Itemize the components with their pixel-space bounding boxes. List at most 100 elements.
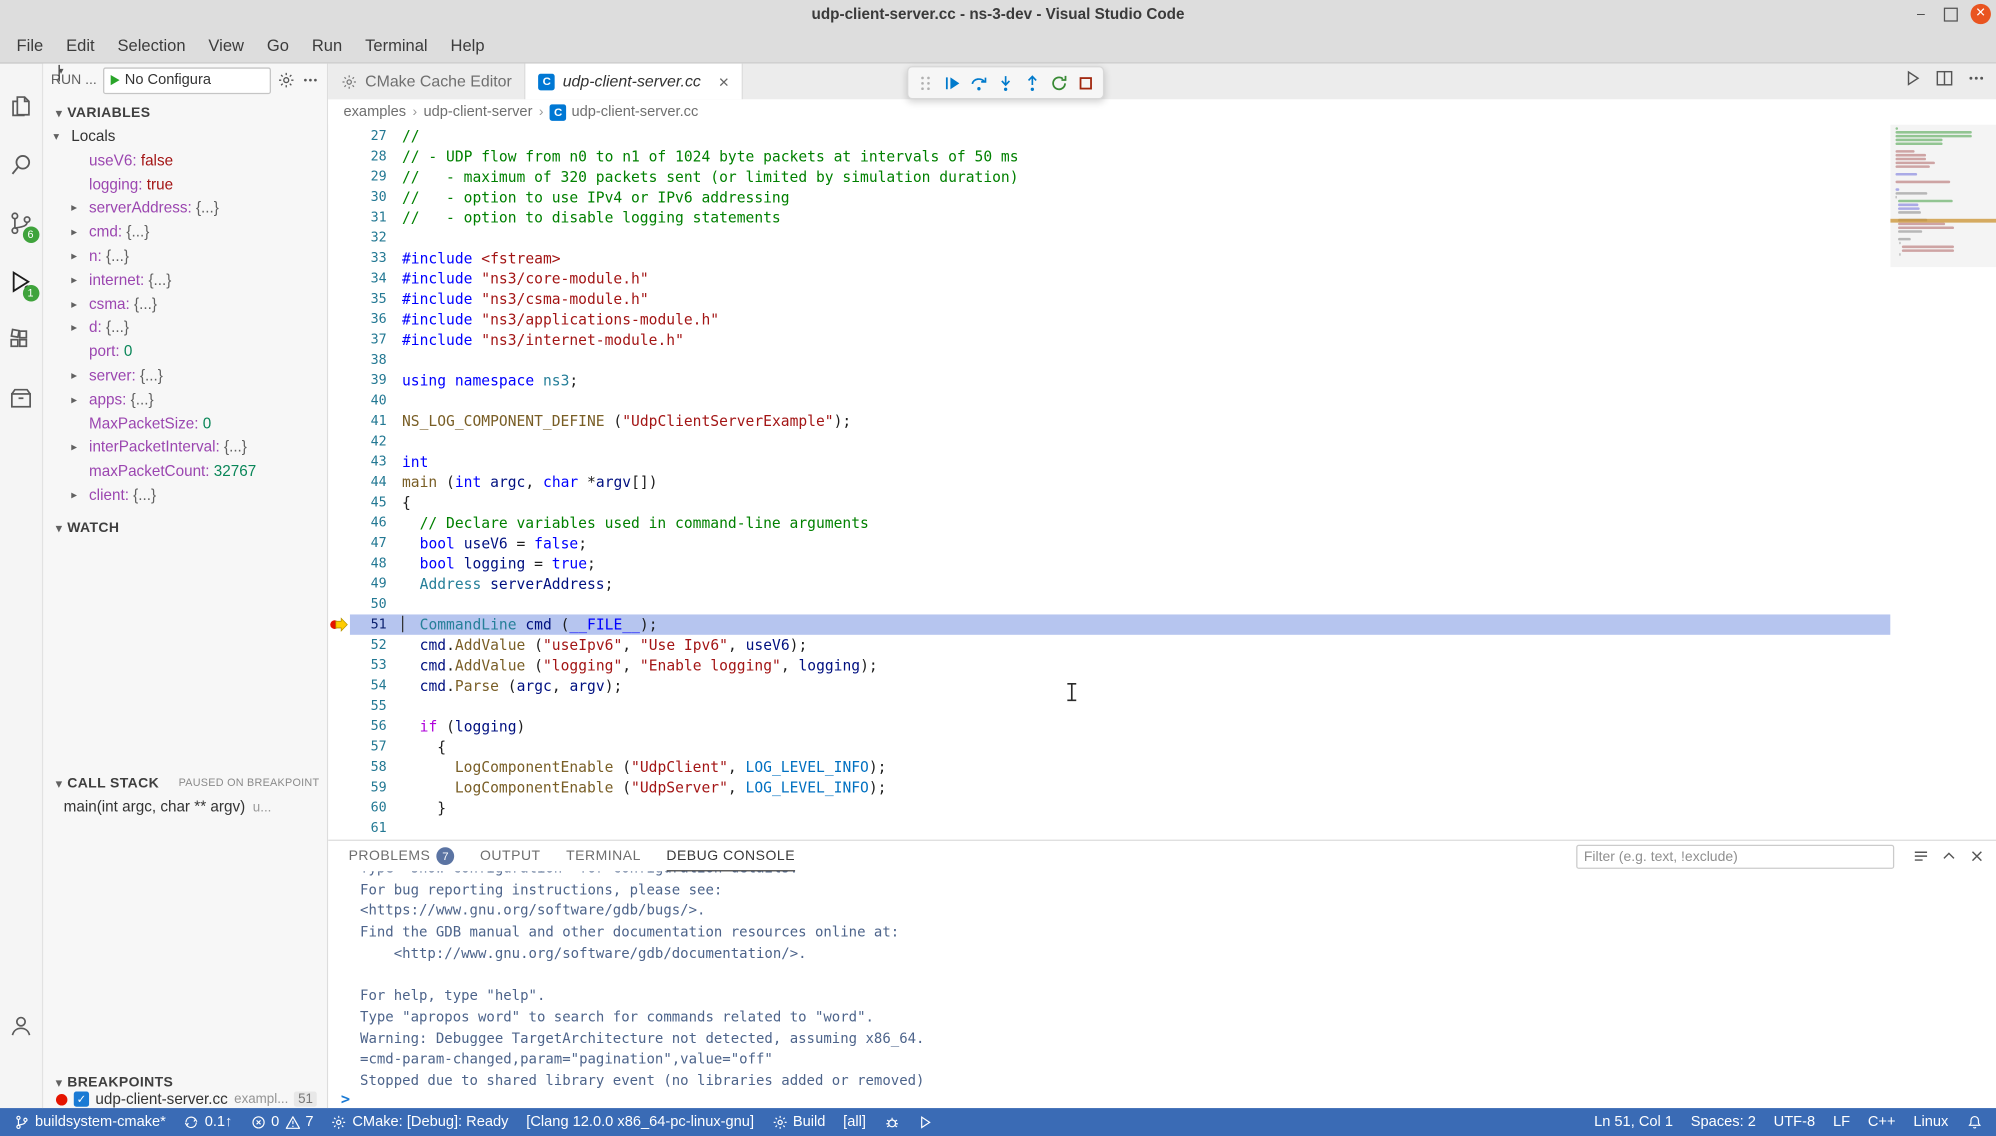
code-line[interactable]: 56 if (logging): [328, 716, 1890, 736]
variable-serverAddress[interactable]: ▸serverAddress: {...}: [43, 196, 327, 220]
variable-port[interactable]: port: 0: [43, 340, 327, 364]
code-line[interactable]: 35#include "ns3/csma-module.h": [328, 289, 1890, 309]
code-line[interactable]: 57 {: [328, 737, 1890, 757]
code-line[interactable]: 58 LogComponentEnable ("UdpClient", LOG_…: [328, 757, 1890, 777]
status-cpp-configuration[interactable]: Linux: [1904, 1108, 1957, 1136]
code-line[interactable]: 49 Address serverAddress;: [328, 574, 1890, 594]
code-line[interactable]: 60 }: [328, 798, 1890, 818]
code-line[interactable]: 30// - option to use IPv4 or IPv6 addres…: [328, 187, 1890, 207]
menu-file[interactable]: File: [5, 28, 55, 62]
variable-cmd[interactable]: ▸cmd: {...}: [43, 220, 327, 244]
activity-source-control-icon[interactable]: 6: [0, 193, 43, 252]
status-language-mode[interactable]: C++: [1859, 1108, 1904, 1136]
menu-run[interactable]: Run: [300, 28, 353, 62]
code-line[interactable]: 52 cmd.AddValue ("useIpv6", "Use Ipv6", …: [328, 635, 1890, 655]
code-line[interactable]: 53 cmd.AddValue ("logging", "Enable logg…: [328, 655, 1890, 675]
status-cmake-debug[interactable]: [875, 1108, 909, 1136]
code-line[interactable]: 47 bool useV6 = false;: [328, 533, 1890, 553]
menu-view[interactable]: View: [197, 28, 255, 62]
split-editor-icon[interactable]: [1935, 69, 1954, 94]
panel-tab-debug-console[interactable]: DEBUG CONSOLE: [666, 841, 795, 872]
tab-cmake-cache-editor[interactable]: CMake Cache Editor: [328, 64, 526, 100]
variable-n[interactable]: ▸n: {...}: [43, 244, 327, 268]
panel-tab-problems[interactable]: PROBLEMS7: [349, 841, 455, 872]
code-line[interactable]: 45{: [328, 492, 1890, 512]
status-encoding[interactable]: UTF-8: [1765, 1108, 1824, 1136]
activity-run-and-debug-icon[interactable]: 1: [0, 252, 43, 311]
debug-console-output[interactable]: Type "show configuration" for configurat…: [328, 871, 1996, 1091]
activity-accounts-icon[interactable]: [0, 996, 43, 1055]
activity-cmake-icon[interactable]: [0, 369, 43, 428]
debug-configuration-dropdown[interactable]: No Configura ▾: [103, 67, 271, 94]
watch-section-header[interactable]: ▾ WATCH: [43, 516, 327, 539]
activity-extensions-icon[interactable]: [0, 310, 43, 369]
variable-apps[interactable]: ▸apps: {...}: [43, 388, 327, 412]
status-cmake-launch[interactable]: [909, 1108, 943, 1136]
status-cmake-status[interactable]: CMake: [Debug]: Ready: [322, 1108, 517, 1136]
code-line[interactable]: 61: [328, 818, 1890, 838]
status-cursor-position[interactable]: Ln 51, Col 1: [1585, 1108, 1682, 1136]
breakpoint-item[interactable]: ✓ udp-client-server.cc exampl... 51: [43, 1089, 327, 1108]
activity-search-icon[interactable]: [0, 135, 43, 194]
status-cmake-target[interactable]: [all]: [834, 1108, 875, 1136]
status-cmake-build[interactable]: Build: [763, 1108, 834, 1136]
code-line[interactable]: 41NS_LOG_COMPONENT_DEFINE ("UdpClientSer…: [328, 411, 1890, 431]
status-indentation[interactable]: Spaces: 2: [1682, 1108, 1765, 1136]
code-line[interactable]: 31// - option to disable logging stateme…: [328, 207, 1890, 227]
variable-interPacketInterval[interactable]: ▸interPacketInterval: {...}: [43, 436, 327, 460]
menu-go[interactable]: Go: [255, 28, 300, 62]
variable-useV6[interactable]: useV6: false: [43, 149, 327, 173]
code-line[interactable]: 32: [328, 228, 1890, 248]
variable-logging[interactable]: logging: true: [43, 172, 327, 196]
variable-internet[interactable]: ▸internet: {...}: [43, 268, 327, 292]
panel-tab-terminal[interactable]: TERMINAL: [566, 841, 641, 872]
menu-selection[interactable]: Selection: [106, 28, 197, 62]
minimap[interactable]: [1890, 125, 1996, 840]
maximize-panel-icon[interactable]: [1940, 847, 1958, 871]
restart-button[interactable]: [1046, 69, 1073, 96]
code-line[interactable]: 44main (int argc, char *argv[]): [328, 472, 1890, 492]
code-line[interactable]: 27//: [328, 126, 1890, 146]
panel-tab-output[interactable]: OUTPUT: [480, 841, 541, 872]
variables-section-header[interactable]: ▾ VARIABLES: [43, 102, 327, 125]
code-editor[interactable]: 27//28// - UDP flow from n0 to n1 of 102…: [328, 125, 1890, 840]
minimize-icon[interactable]: –: [1911, 4, 1931, 24]
code-line[interactable]: 55: [328, 696, 1890, 716]
callstack-frame[interactable]: main(int argc, char ** argv)u...: [43, 795, 327, 819]
code-line[interactable]: 28// - UDP flow from n0 to n1 of 1024 by…: [328, 146, 1890, 166]
code-line[interactable]: 48 bool logging = true;: [328, 553, 1890, 573]
gear-icon[interactable]: [277, 71, 295, 89]
code-line[interactable]: 37#include "ns3/internet-module.h": [328, 329, 1890, 349]
step-over-button[interactable]: [966, 69, 993, 96]
menu-help[interactable]: Help: [439, 28, 496, 62]
code-line[interactable]: 33#include <fstream>: [328, 248, 1890, 268]
code-line[interactable]: 40: [328, 391, 1890, 411]
run-file-icon[interactable]: [1903, 69, 1922, 94]
tab-udp-client-server-cc[interactable]: Cudp-client-server.cc×: [526, 64, 743, 100]
variable-MaxPacketSize[interactable]: MaxPacketSize: 0: [43, 412, 327, 436]
code-line[interactable]: 43int: [328, 452, 1890, 472]
menu-terminal[interactable]: Terminal: [354, 28, 439, 62]
status-git-sync[interactable]: 0.1↑: [175, 1108, 241, 1136]
step-into-button[interactable]: [992, 69, 1019, 96]
status-eol[interactable]: LF: [1824, 1108, 1859, 1136]
status-cmake-kit[interactable]: [Clang 12.0.0 x86_64-pc-linux-gnu]: [517, 1108, 763, 1136]
breadcrumb-item[interactable]: Cudp-client-server.cc: [550, 104, 698, 121]
more-actions-icon[interactable]: [1967, 69, 1986, 94]
variable-d[interactable]: ▸d: {...}: [43, 316, 327, 340]
continue-button[interactable]: [939, 69, 966, 96]
close-panel-icon[interactable]: [1968, 847, 1986, 871]
variable-csma[interactable]: ▸csma: {...}: [43, 292, 327, 316]
restore-icon[interactable]: [1944, 7, 1958, 21]
breadcrumb-item[interactable]: examples: [343, 104, 406, 119]
code-line[interactable]: 29// - maximum of 320 packets sent (or l…: [328, 167, 1890, 187]
variable-client[interactable]: ▸client: {...}: [43, 483, 327, 507]
step-out-button[interactable]: [1019, 69, 1046, 96]
variable-server[interactable]: ▸server: {...}: [43, 364, 327, 388]
menu-edit[interactable]: Edit: [55, 28, 106, 62]
status-notifications[interactable]: [1957, 1108, 1991, 1136]
breakpoint-checkbox[interactable]: ✓: [74, 1092, 89, 1107]
status-git-branch[interactable]: buildsystem-cmake*: [5, 1108, 175, 1136]
code-line[interactable]: 39using namespace ns3;: [328, 370, 1890, 390]
code-line[interactable]: 50: [328, 594, 1890, 614]
